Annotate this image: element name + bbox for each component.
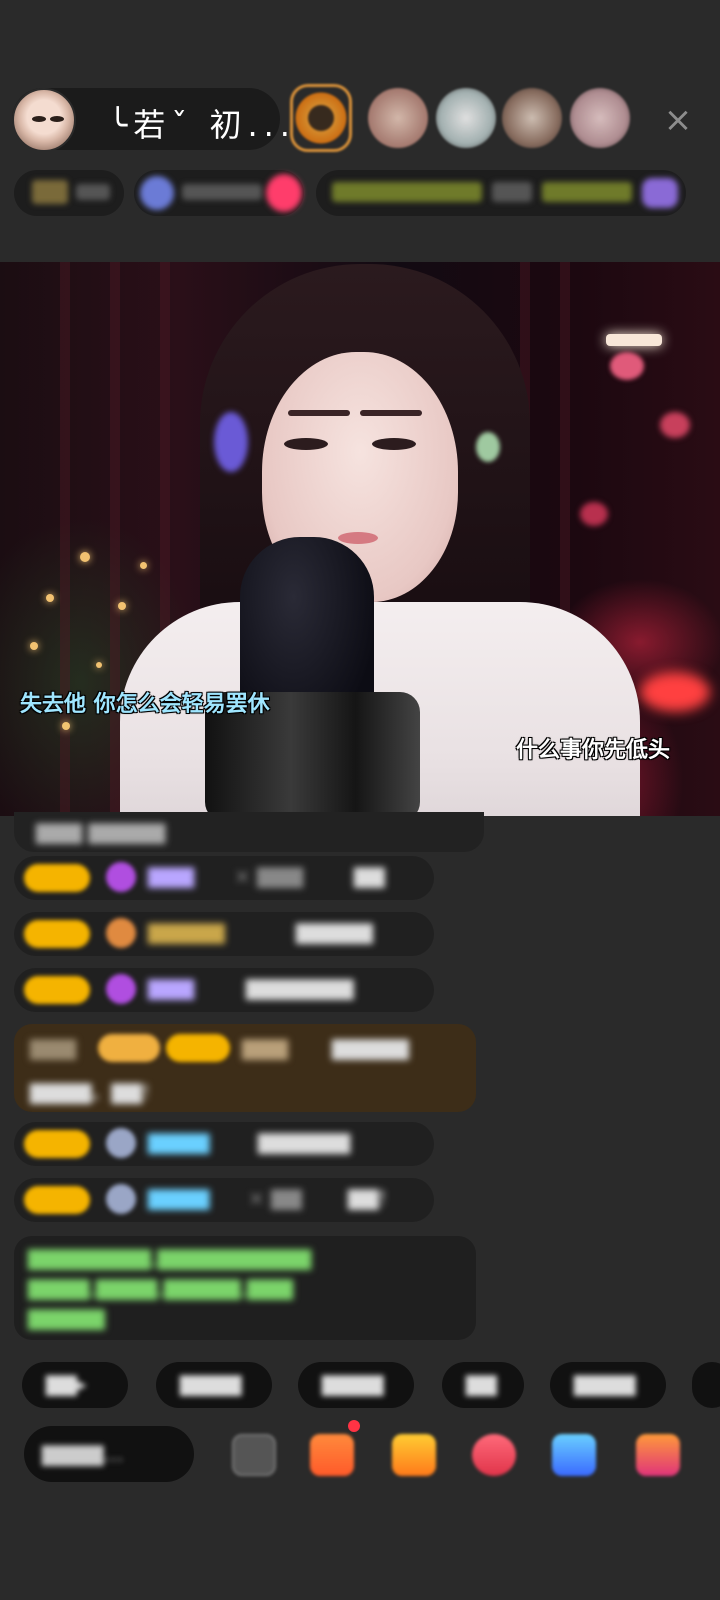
fan-badge	[24, 864, 90, 892]
quick-chip[interactable]: ▇▇	[442, 1362, 524, 1408]
share-icon[interactable]	[552, 1434, 596, 1476]
host-avatar[interactable]	[12, 88, 76, 152]
live-video[interactable]: 失去他 你怎么会轻易罢休 什么事你先低头	[0, 262, 720, 816]
chat-user[interactable]: ▇▇▇	[148, 864, 194, 888]
chat-message[interactable]: ▇▇▇ ▇▇▇▇▇▇▇	[14, 968, 434, 1012]
lyric-right: 什么事你先低头	[516, 738, 671, 763]
fans-pill[interactable]	[134, 170, 304, 216]
level-icon	[106, 918, 136, 948]
chat-message[interactable]: ▇▇▇▇ ▇▇▇▇▇▇	[14, 1122, 434, 1166]
viewer-avatar[interactable]	[368, 88, 428, 148]
game-icon[interactable]	[472, 1434, 516, 1476]
viewer-avatar[interactable]	[502, 88, 562, 148]
viewer-avatar[interactable]	[436, 88, 496, 148]
chat-message[interactable]: ▇▇▇ × ▇▇▇ ▇▇	[14, 856, 434, 900]
stats-row	[0, 170, 720, 216]
chat-input[interactable]: ▇▇▇▇…	[24, 1426, 194, 1482]
notification-dot	[348, 1420, 360, 1432]
hourly-rank-pill[interactable]	[14, 170, 124, 216]
system-notice: ▇▇▇▇▇▇▇▇,▇▇▇▇▇▇▇▇▇▇ ▇▇▇▇,▇▇▇▇,▇▇▇▇▇,▇▇▇ …	[14, 1236, 476, 1340]
gift-icon[interactable]	[392, 1434, 436, 1476]
notice-ticker[interactable]	[316, 170, 686, 216]
shop-icon[interactable]	[636, 1434, 680, 1476]
quick-chip[interactable]	[692, 1362, 720, 1408]
quick-chip[interactable]: ▇▇▇▇	[550, 1362, 666, 1408]
fan-badge	[24, 1186, 90, 1214]
host-name: ╰若ˇ 初...	[108, 106, 296, 144]
gift-box-icon[interactable]	[310, 1434, 354, 1476]
chat-user[interactable]: ▇▇▇	[148, 976, 194, 1000]
top-viewer-avatar[interactable]	[290, 84, 352, 152]
more-icon[interactable]	[232, 1434, 276, 1476]
quick-chip[interactable]: ▇▇▸	[22, 1362, 128, 1408]
fan-badge	[24, 976, 90, 1004]
chat-message[interactable]: ▇▇▇▇ × ▇▇ ▇▇!	[14, 1178, 434, 1222]
lamp	[606, 334, 662, 346]
diamond-icon	[106, 974, 136, 1004]
quick-chip[interactable]: ▇▇▇▇	[156, 1362, 272, 1408]
chat-notice[interactable]: ▇▇▇ ▇▇▇ ▇▇▇▇▇ ▇▇▇▇。▇▇!	[14, 1024, 476, 1112]
viewer-avatar[interactable]	[570, 88, 630, 148]
chat-user[interactable]: ▇▇▇▇▇	[148, 920, 225, 944]
chat-message[interactable]: ▇▇▇▇▇ ▇▇▇▇▇	[14, 912, 434, 956]
fan-badge	[24, 920, 90, 948]
chat-message[interactable]: ▇▇▇ ▇▇▇▇▇	[14, 812, 484, 852]
lyric-left: 失去他 你怎么会轻易罢休	[20, 692, 270, 717]
chat-user[interactable]: ▇▇▇▇	[148, 1130, 210, 1154]
level-icon	[106, 1184, 136, 1214]
quick-chip[interactable]: ▇▇▇▇	[298, 1362, 414, 1408]
close-icon[interactable]: ×	[662, 103, 694, 137]
diamond-icon	[106, 862, 136, 892]
chat-user[interactable]: ▇▇▇▇	[148, 1186, 210, 1210]
level-icon	[106, 1128, 136, 1158]
host-info-pill[interactable]: ╰若ˇ 初...	[12, 88, 290, 152]
fan-badge	[24, 1130, 90, 1158]
